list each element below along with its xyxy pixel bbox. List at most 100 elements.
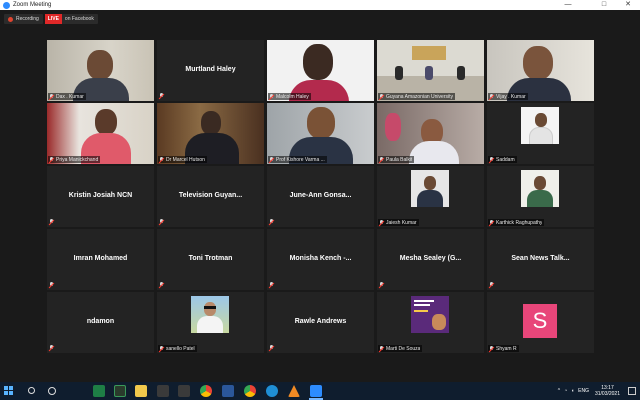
participant-name-label: Jaiesh Kumar [378, 219, 419, 226]
system-tray: ^ ◔ ◖ ENG 13:17 31/03/2021 [558, 382, 636, 400]
participant-name: Karthick Raghupathy [496, 219, 543, 226]
zoom-app-icon [3, 1, 10, 9]
participant-video [377, 103, 484, 164]
maximize-button[interactable]: □ [596, 0, 612, 10]
participant-tile[interactable]: Priya Manickchand [47, 103, 154, 164]
participant-name: Monisha Kench -... [289, 255, 352, 262]
participant-tile[interactable]: Saddam [487, 103, 594, 164]
muted-mic-icon [489, 93, 494, 100]
muted-mic-icon [269, 93, 274, 100]
muted-mic-icon [159, 93, 164, 99]
participant-name: Saddam [496, 156, 515, 163]
title-bar: Zoom Meeting — □ ✕ [0, 0, 640, 10]
participant-profile-picture [411, 296, 449, 333]
minimize-button[interactable]: — [560, 0, 576, 10]
participant-tile[interactable]: Guyana Amazonian University [377, 40, 484, 101]
app-icon-n[interactable] [114, 385, 126, 397]
participant-name-label: Malcolm Haley [268, 93, 311, 100]
recording-indicator[interactable]: Recording [4, 14, 43, 24]
participant-video [487, 40, 594, 101]
muted-mic-icon [379, 219, 384, 226]
notifications-icon[interactable] [628, 387, 636, 395]
participant-name-label: Vijay . Kumar [488, 93, 528, 100]
vlc-icon[interactable] [288, 385, 300, 397]
clock[interactable]: 13:17 31/03/2021 [595, 385, 620, 397]
participant-tile[interactable]: Dax . Kumar [47, 40, 154, 101]
participant-name: Murtland Haley [185, 66, 236, 73]
participant-tile[interactable]: Kristin Josiah NCN [47, 166, 154, 227]
participant-tile[interactable]: June-Ann Gonsa... [267, 166, 374, 227]
participant-video [47, 103, 154, 164]
gallery-grid: Dax . Kumar Murtland Haley Malcolm Haley … [47, 40, 594, 354]
participant-name: Dr Marcel Hutson [166, 156, 205, 163]
participant-name-label: Karthick Raghupathy [488, 219, 545, 226]
participant-tile[interactable]: Rawle Andrews [267, 292, 374, 353]
live-stream-indicator[interactable]: LIVE on Facebook [44, 14, 98, 24]
participant-tile[interactable]: Mesha Sealey (G... [377, 229, 484, 290]
participant-tile[interactable]: Paula Balkit [377, 103, 484, 164]
participant-name-label: Guyana Amazonian University [378, 93, 455, 100]
participant-name: Television Guyan... [178, 192, 243, 199]
participant-name: June-Ann Gonsa... [289, 192, 352, 199]
participant-tile[interactable]: Sean News Talk... [487, 229, 594, 290]
muted-mic-icon [269, 345, 274, 351]
windows-start-icon[interactable] [4, 386, 14, 396]
muted-mic-icon [49, 219, 54, 225]
network-icon[interactable]: ◔ [564, 388, 567, 394]
participant-tile[interactable]: Imran Mohamed [47, 229, 154, 290]
participant-name: Shyam R [496, 345, 517, 352]
participant-name: Priya Manickchand [56, 156, 99, 163]
speaker-icon[interactable]: ◖ [571, 388, 574, 394]
clock-date: 31/03/2021 [594, 391, 620, 397]
participant-video [47, 40, 154, 101]
participant-tile[interactable]: Jaiesh Kumar [377, 166, 484, 227]
participant-tile[interactable]: Dr Marcel Hutson [157, 103, 264, 164]
language-indicator[interactable]: ENG [578, 388, 589, 394]
tray-chevron-icon[interactable]: ^ [558, 388, 560, 394]
participant-name: Toni Trotman [188, 255, 233, 262]
participant-name-label: Dax . Kumar [48, 93, 86, 100]
participant-name-label: Paula Balkit [378, 156, 415, 163]
muted-mic-icon [269, 219, 274, 225]
participant-tile[interactable]: Malcolm Haley [267, 40, 374, 101]
recording-indicators: Recording LIVE on Facebook [4, 14, 98, 24]
word-icon[interactable] [222, 385, 234, 397]
participant-tile[interactable]: Television Guyan... [157, 166, 264, 227]
live-destination: on Facebook [64, 16, 94, 22]
participant-tile[interactable]: Vijay . Kumar [487, 40, 594, 101]
store-icon[interactable] [157, 385, 169, 397]
participant-tile[interactable]: Toni Trotman [157, 229, 264, 290]
participant-tile[interactable]: Murtland Haley [157, 40, 264, 101]
participant-name-label: Dr Marcel Hutson [158, 156, 207, 163]
participant-name: ndamon [86, 318, 115, 325]
recording-dot-icon [8, 16, 13, 22]
participant-name-label: Marti De Souza [378, 345, 423, 352]
muted-mic-icon [49, 282, 54, 288]
participant-tile[interactable]: ndamon [47, 292, 154, 353]
muted-mic-icon [489, 219, 494, 226]
muted-mic-icon [159, 156, 164, 163]
participant-tile[interactable]: Prof Kishore Varma ... [267, 103, 374, 164]
participant-tile[interactable]: S Shyam R [487, 292, 594, 353]
close-button[interactable]: ✕ [620, 0, 636, 10]
participant-video [377, 40, 484, 101]
window-title: Zoom Meeting [13, 2, 52, 8]
chrome-icon[interactable] [200, 385, 212, 397]
participant-tile[interactable]: Karthick Raghupathy [487, 166, 594, 227]
search-icon[interactable] [28, 387, 35, 394]
task-view-icon[interactable] [48, 387, 56, 395]
chrome-icon-2[interactable] [244, 385, 256, 397]
participant-tile[interactable]: Marti De Souza [377, 292, 484, 353]
muted-mic-icon [379, 156, 384, 163]
muted-mic-icon [489, 282, 494, 288]
participant-name: Mesha Sealey (G... [399, 255, 462, 262]
edge-icon[interactable] [266, 385, 278, 397]
participant-tile[interactable]: Monisha Kench -... [267, 229, 374, 290]
file-explorer-icon[interactable] [135, 385, 147, 397]
participant-name: Marti De Souza [386, 345, 421, 352]
participant-tile[interactable]: sanello Patel [157, 292, 264, 353]
participant-avatar: S [523, 304, 557, 338]
snip-icon[interactable] [178, 385, 190, 397]
excel-icon[interactable] [93, 385, 105, 397]
zoom-taskbar-icon[interactable] [310, 385, 322, 397]
